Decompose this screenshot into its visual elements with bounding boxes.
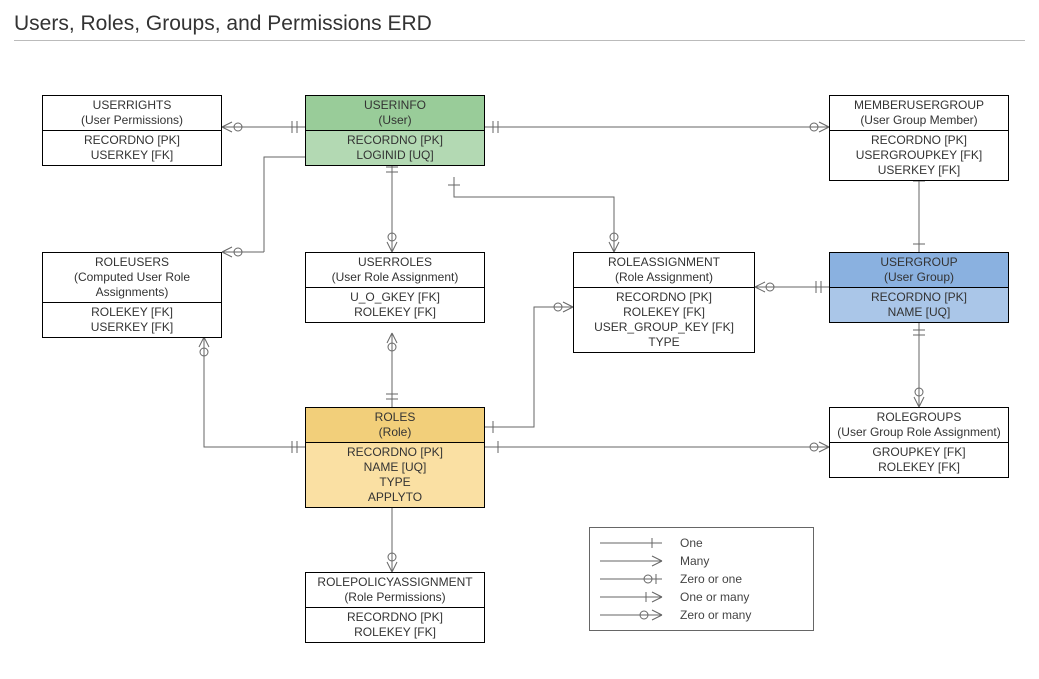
attr: ROLEKEY [FK] bbox=[310, 305, 480, 320]
legend-many: Many bbox=[600, 552, 803, 570]
attr: RECORDNO [PK] bbox=[310, 133, 480, 148]
attr: LOGINID [UQ] bbox=[310, 148, 480, 163]
entity-name: ROLEUSERS bbox=[47, 255, 217, 270]
attr: TYPE bbox=[310, 475, 480, 490]
attr: ROLEKEY [FK] bbox=[578, 305, 750, 320]
attr: USERKEY [FK] bbox=[47, 148, 217, 163]
legend-zero-or-many: Zero or many bbox=[600, 606, 803, 624]
attr: GROUPKEY [FK] bbox=[834, 445, 1004, 460]
entity-roles: ROLES(Role) RECORDNO [PK]NAME [UQ]TYPEAP… bbox=[305, 407, 485, 508]
entity-sub: (User Group) bbox=[834, 270, 1004, 285]
attr: USERKEY [FK] bbox=[47, 320, 217, 335]
entity-sub: (Computed User Role Assignments) bbox=[47, 270, 217, 300]
attr: RECORDNO [PK] bbox=[310, 445, 480, 460]
entity-name: ROLEGROUPS bbox=[834, 410, 1004, 425]
attr: ROLEKEY [FK] bbox=[834, 460, 1004, 475]
attr: NAME [UQ] bbox=[834, 305, 1004, 320]
attr: RECORDNO [PK] bbox=[47, 133, 217, 148]
entity-sub: (User Group Member) bbox=[834, 113, 1004, 128]
entity-sub: (Role Assignment) bbox=[578, 270, 750, 285]
attr: APPLYTO bbox=[310, 490, 480, 505]
entity-sub: (Role Permissions) bbox=[310, 590, 480, 605]
entity-sub: (User Permissions) bbox=[47, 113, 217, 128]
entity-userrights: USERRIGHTS(User Permissions) RECORDNO [P… bbox=[42, 95, 222, 166]
entity-sub: (User) bbox=[310, 113, 480, 128]
legend-one-or-many: One or many bbox=[600, 588, 803, 606]
entity-name: ROLES bbox=[310, 410, 480, 425]
entity-name: USERINFO bbox=[310, 98, 480, 113]
attr: RECORDNO [PK] bbox=[310, 610, 480, 625]
entity-roleassignment: ROLEASSIGNMENT(Role Assignment) RECORDNO… bbox=[573, 252, 755, 353]
attr: ROLEKEY [FK] bbox=[47, 305, 217, 320]
erd-canvas: USERRIGHTS(User Permissions) RECORDNO [P… bbox=[14, 47, 1025, 667]
attr: USERGROUPKEY [FK] bbox=[834, 148, 1004, 163]
entity-userinfo: USERINFO(User) RECORDNO [PK]LOGINID [UQ] bbox=[305, 95, 485, 166]
entity-sub: (User Group Role Assignment) bbox=[834, 425, 1004, 440]
entity-name: ROLEPOLICYASSIGNMENT bbox=[310, 575, 480, 590]
attr: U_O_GKEY [FK] bbox=[310, 290, 480, 305]
attr: RECORDNO [PK] bbox=[834, 290, 1004, 305]
attr: NAME [UQ] bbox=[310, 460, 480, 475]
attr: TYPE bbox=[578, 335, 750, 350]
entity-memberusergroup: MEMBERUSERGROUP(User Group Member) RECOR… bbox=[829, 95, 1009, 181]
entity-name: USERGROUP bbox=[834, 255, 1004, 270]
attr: RECORDNO [PK] bbox=[834, 133, 1004, 148]
attr: ROLEKEY [FK] bbox=[310, 625, 480, 640]
attr: USERKEY [FK] bbox=[834, 163, 1004, 178]
entity-sub: (Role) bbox=[310, 425, 480, 440]
entity-userroles: USERROLES(User Role Assignment) U_O_GKEY… bbox=[305, 252, 485, 323]
entity-usergroup: USERGROUP(User Group) RECORDNO [PK]NAME … bbox=[829, 252, 1009, 323]
entity-name: USERRIGHTS bbox=[47, 98, 217, 113]
attr: USER_GROUP_KEY [FK] bbox=[578, 320, 750, 335]
page-title: Users, Roles, Groups, and Permissions ER… bbox=[14, 12, 1025, 41]
legend-zero-or-one: Zero or one bbox=[600, 570, 803, 588]
legend-one: One bbox=[600, 534, 803, 552]
entity-rolepolicyassignment: ROLEPOLICYASSIGNMENT(Role Permissions) R… bbox=[305, 572, 485, 643]
entity-rolegroups: ROLEGROUPS(User Group Role Assignment) G… bbox=[829, 407, 1009, 478]
legend: One Many Zero or one One or many Zero or… bbox=[589, 527, 814, 631]
entity-roleusers: ROLEUSERS(Computed User Role Assignments… bbox=[42, 252, 222, 338]
attr: RECORDNO [PK] bbox=[578, 290, 750, 305]
entity-sub: (User Role Assignment) bbox=[310, 270, 480, 285]
entity-name: ROLEASSIGNMENT bbox=[578, 255, 750, 270]
entity-name: USERROLES bbox=[310, 255, 480, 270]
entity-name: MEMBERUSERGROUP bbox=[834, 98, 1004, 113]
